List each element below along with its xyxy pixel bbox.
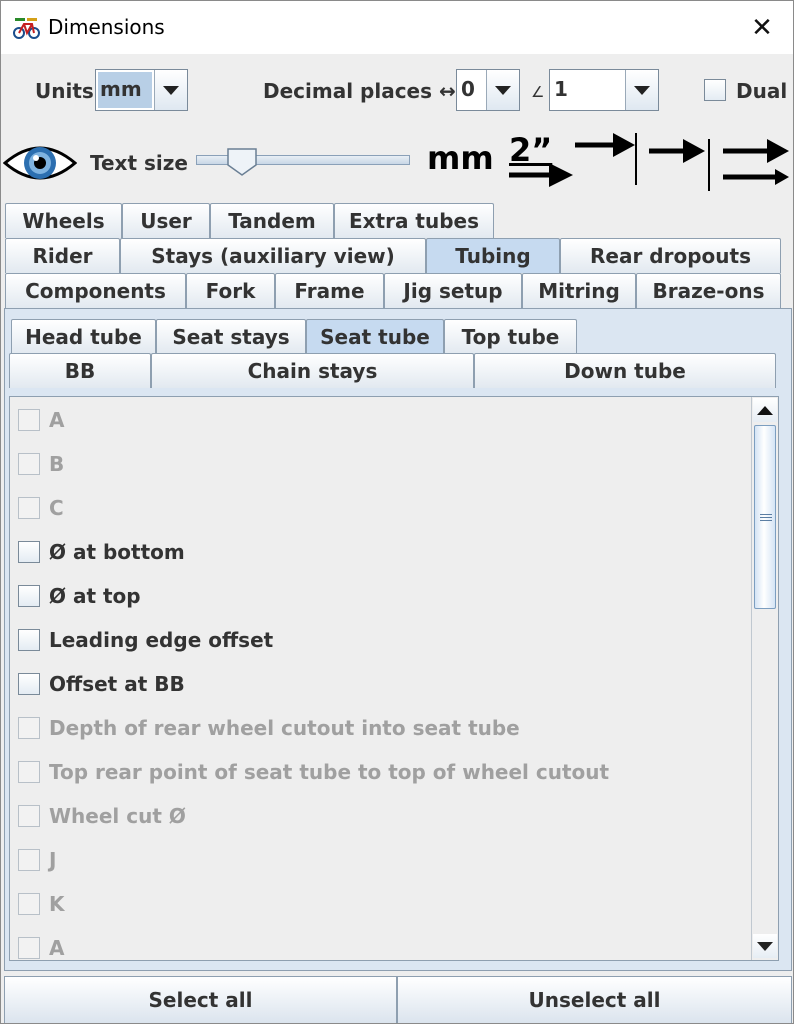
item-label: K bbox=[49, 892, 65, 916]
tab-braze-ons[interactable]: Braze-ons bbox=[636, 273, 781, 308]
item-checkbox[interactable] bbox=[18, 893, 40, 915]
item-checkbox[interactable] bbox=[18, 673, 40, 695]
item-checkbox[interactable] bbox=[18, 541, 40, 563]
item-label: A bbox=[49, 936, 65, 960]
mm-units-icon[interactable]: mm bbox=[427, 139, 494, 177]
bicycle-icon bbox=[13, 18, 40, 39]
item-label: J bbox=[49, 848, 57, 872]
tab-tubing[interactable]: Tubing bbox=[426, 238, 560, 273]
tab-mitring[interactable]: Mitring bbox=[522, 273, 636, 308]
item-label: Wheel cut Ø bbox=[49, 804, 186, 828]
arrow-icon bbox=[509, 163, 573, 187]
list-item[interactable]: A bbox=[18, 405, 64, 435]
arrow-style-icon[interactable] bbox=[647, 131, 713, 191]
list-scrollbar[interactable] bbox=[751, 397, 778, 960]
item-label: Ø at top bbox=[49, 584, 141, 608]
tab-extra-tubes[interactable]: Extra tubes bbox=[334, 203, 494, 238]
tab-fork[interactable]: Fork bbox=[186, 273, 275, 308]
tab-rider[interactable]: Rider bbox=[5, 238, 120, 273]
scroll-down-button[interactable] bbox=[753, 934, 777, 958]
chevron-down-icon[interactable] bbox=[154, 70, 187, 110]
decimal-places-dropdown[interactable]: 0 bbox=[456, 69, 520, 111]
subtab-down-tube[interactable]: Down tube bbox=[474, 353, 776, 388]
dimension-list: A B C Ø at bottom Ø at top Leading edge … bbox=[9, 396, 779, 961]
list-item[interactable]: J bbox=[18, 845, 56, 875]
text-size-slider-thumb[interactable] bbox=[226, 147, 258, 177]
item-checkbox[interactable] bbox=[18, 585, 40, 607]
title-bar[interactable]: Dimensions ✕ bbox=[1, 1, 793, 54]
dual-checkbox[interactable] bbox=[704, 79, 726, 101]
inch-units-icon[interactable]: 2” bbox=[509, 131, 575, 189]
arrow-style-icon[interactable] bbox=[573, 129, 641, 187]
tab-frame[interactable]: Frame bbox=[275, 273, 384, 308]
item-checkbox[interactable] bbox=[18, 629, 40, 651]
subtab-seat-tube[interactable]: Seat tube bbox=[306, 319, 444, 354]
item-label: Offset at BB bbox=[49, 672, 185, 696]
subtab-bb[interactable]: BB bbox=[9, 353, 151, 388]
list-item[interactable]: Wheel cut Ø bbox=[18, 801, 186, 831]
angle-icon: ∠ bbox=[531, 83, 545, 101]
units-value: mm bbox=[100, 77, 142, 101]
tab-tandem[interactable]: Tandem bbox=[210, 203, 334, 238]
item-label: B bbox=[49, 452, 65, 476]
tab-user[interactable]: User bbox=[122, 203, 210, 238]
list-item[interactable]: Depth of rear wheel cutout into seat tub… bbox=[18, 713, 520, 743]
angle-decimal-dropdown[interactable]: 1 bbox=[549, 69, 659, 111]
arrow-style-icon[interactable] bbox=[721, 135, 791, 187]
decimal-places-label: Decimal places ↔ bbox=[263, 79, 456, 103]
item-label: Leading edge offset bbox=[49, 628, 274, 652]
item-checkbox[interactable] bbox=[18, 805, 40, 827]
scrollbar-thumb[interactable] bbox=[754, 425, 776, 609]
eye-icon[interactable] bbox=[3, 139, 77, 187]
list-item[interactable]: Offset at BB bbox=[18, 669, 185, 699]
dimensions-window: Dimensions ✕ Units mm Decimal places ↔ 0… bbox=[0, 0, 794, 1024]
subtab-seat-stays[interactable]: Seat stays bbox=[156, 319, 306, 354]
subtab-chain-stays[interactable]: Chain stays bbox=[151, 353, 474, 388]
list-item[interactable]: Top rear point of seat tube to top of wh… bbox=[18, 757, 609, 787]
list-item[interactable]: C bbox=[18, 493, 64, 523]
list-item[interactable]: Leading edge offset bbox=[18, 625, 273, 655]
units-dropdown[interactable]: mm bbox=[95, 69, 188, 111]
decimal-places-value: 0 bbox=[461, 77, 475, 101]
dual-label: Dual bbox=[736, 79, 788, 103]
units-label: Units bbox=[35, 79, 94, 103]
item-label: Top rear point of seat tube to top of wh… bbox=[49, 760, 610, 784]
item-checkbox[interactable] bbox=[18, 849, 40, 871]
item-checkbox[interactable] bbox=[18, 717, 40, 739]
tab-components[interactable]: Components bbox=[5, 273, 186, 308]
tab-jig-setup[interactable]: Jig setup bbox=[384, 273, 522, 308]
subtab-top-tube[interactable]: Top tube bbox=[444, 319, 577, 354]
list-item[interactable]: Ø at bottom bbox=[18, 537, 185, 567]
item-label: A bbox=[49, 408, 65, 432]
item-label: Ø at bottom bbox=[49, 540, 185, 564]
list-item[interactable]: K bbox=[18, 889, 65, 919]
tab-rear-dropouts[interactable]: Rear dropouts bbox=[560, 238, 781, 273]
item-checkbox[interactable] bbox=[18, 409, 40, 431]
unselect-all-button[interactable]: Unselect all bbox=[397, 976, 792, 1023]
item-label: C bbox=[49, 496, 64, 520]
select-all-button[interactable]: Select all bbox=[4, 976, 397, 1023]
chevron-down-icon[interactable] bbox=[486, 70, 519, 110]
item-checkbox[interactable] bbox=[18, 453, 40, 475]
list-item[interactable]: Ø at top bbox=[18, 581, 141, 611]
item-checkbox[interactable] bbox=[18, 937, 40, 959]
angle-decimal-value: 1 bbox=[554, 77, 568, 101]
window-title: Dimensions bbox=[48, 15, 165, 39]
tab-stays-auxiliary-view[interactable]: Stays (auxiliary view) bbox=[120, 238, 426, 273]
subtab-head-tube[interactable]: Head tube bbox=[11, 319, 156, 354]
list-item[interactable]: B bbox=[18, 449, 64, 479]
item-label: Depth of rear wheel cutout into seat tub… bbox=[49, 716, 520, 740]
list-item[interactable]: A bbox=[18, 933, 65, 960]
scroll-up-button[interactable] bbox=[753, 398, 777, 422]
text-size-label: Text size bbox=[90, 151, 188, 175]
chevron-down-icon[interactable] bbox=[625, 70, 658, 110]
close-icon[interactable]: ✕ bbox=[731, 1, 793, 54]
item-checkbox[interactable] bbox=[18, 761, 40, 783]
tab-wheels[interactable]: Wheels bbox=[5, 203, 122, 238]
item-checkbox[interactable] bbox=[18, 497, 40, 519]
